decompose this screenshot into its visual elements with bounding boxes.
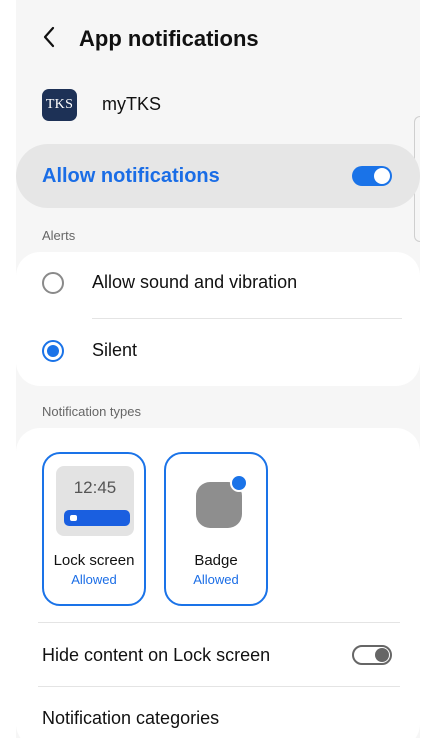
- chevron-left-icon: [43, 26, 55, 48]
- hide-content-toggle[interactable]: [352, 645, 392, 665]
- page-title: App notifications: [79, 26, 259, 51]
- divider: [92, 318, 402, 319]
- radio-silent[interactable]: [42, 340, 64, 362]
- allow-notifications-toggle[interactable]: [352, 166, 392, 186]
- lock-screen-status: Allowed: [71, 572, 117, 587]
- notification-bar-icon: [64, 510, 130, 526]
- lock-screen-time: 12:45: [73, 478, 117, 497]
- alert-option-label: Allow sound and vibration: [92, 272, 298, 292]
- lock-screen-label: Lock screen: [53, 552, 135, 569]
- alert-option-sound-vibration[interactable]: Allow sound and vibration: [16, 254, 420, 314]
- lock-screen-tile[interactable]: 12:45 Lock screen Allowed: [42, 452, 146, 606]
- radio-sound-vibration[interactable]: [42, 272, 64, 294]
- hide-content-row[interactable]: Hide content on Lock screen: [16, 625, 420, 685]
- lock-screen-preview: 12:45: [56, 466, 134, 536]
- alerts-card: Allow sound and vibration Silent: [16, 252, 420, 386]
- badge-status: Allowed: [193, 572, 239, 587]
- app-info: TKS myTKS: [42, 86, 342, 126]
- app-name: myTKS: [102, 94, 162, 114]
- allow-notifications-label: Allow notifications: [42, 165, 220, 187]
- badge-dot-icon: [230, 474, 248, 492]
- app-notifications-screen: App notifications TKS myTKS Allow notifi…: [16, 0, 420, 748]
- badge-label: Badge: [194, 552, 238, 569]
- divider: [38, 686, 400, 687]
- notification-categories-label: Notification categories: [42, 708, 220, 728]
- header: App notifications: [16, 18, 420, 58]
- notification-types-card: 12:45 Lock screen Allowed Badge Allowed …: [16, 428, 420, 748]
- allow-notifications-row[interactable]: Allow notifications: [16, 144, 420, 208]
- toggle-knob: [375, 648, 389, 662]
- back-button[interactable]: [36, 22, 62, 52]
- toggle-knob: [374, 168, 390, 184]
- alerts-section-label: Alerts: [42, 228, 76, 243]
- badge-tile[interactable]: Badge Allowed: [164, 452, 268, 606]
- alert-option-silent[interactable]: Silent: [16, 322, 420, 382]
- divider: [38, 622, 400, 623]
- notification-types-section-label: Notification types: [42, 404, 141, 419]
- alert-option-label: Silent: [92, 340, 138, 360]
- notification-categories-row[interactable]: Notification categories: [16, 688, 420, 748]
- hide-content-label: Hide content on Lock screen: [42, 645, 271, 665]
- app-icon: TKS: [42, 89, 77, 121]
- notification-bar-dot: [70, 515, 77, 521]
